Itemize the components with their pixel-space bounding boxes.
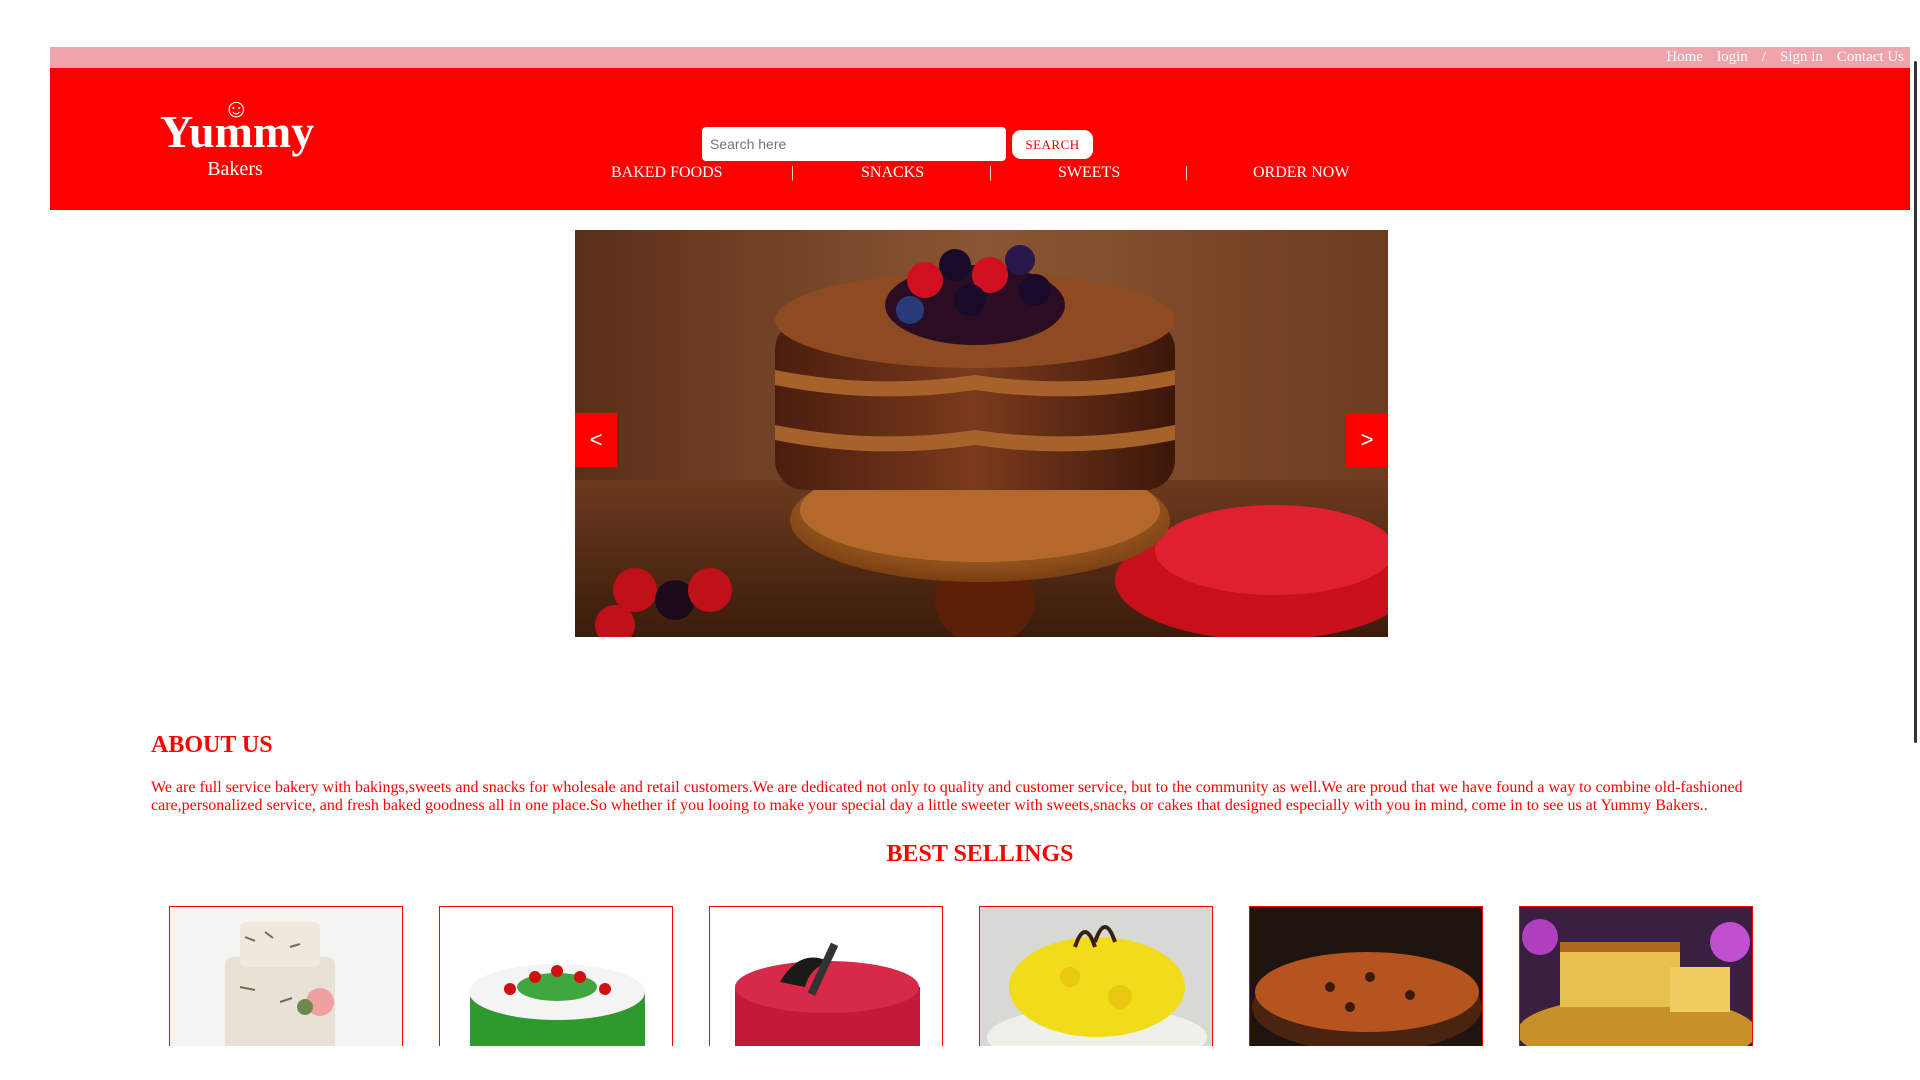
smiley-icon: ☺ [223, 94, 250, 123]
butter-sponge-cake-image [1520, 907, 1752, 1046]
hero-cake-image [575, 230, 1388, 637]
top-links: Home login / Sign in Contact Us [1652, 47, 1904, 68]
product-card[interactable] [1249, 906, 1483, 1046]
page-scrollbar[interactable] [1910, 47, 1920, 1037]
best-sellings-title-text: BEST SELLINGS [886, 841, 1074, 867]
sign-in-link[interactable]: Sign in [1780, 49, 1823, 66]
contact-us-link[interactable]: Contact Us [1837, 49, 1904, 66]
top-bar: Home login / Sign in Contact Us [50, 47, 1910, 68]
about-text: We are full service bakery with bakings,… [151, 779, 1743, 814]
plum-cake-image [1250, 907, 1482, 1046]
birch-wedding-cake-image [170, 907, 402, 1046]
nav-separator: | [989, 164, 993, 181]
product-card[interactable] [169, 906, 403, 1046]
home-link[interactable]: Home [1666, 49, 1703, 66]
best-sellings-title: BEST SELLINGS [0, 841, 1920, 868]
nav-separator: | [791, 164, 795, 181]
search-button[interactable]: SEARCH [1012, 130, 1093, 159]
product-card[interactable] [439, 906, 673, 1046]
slider-next-button[interactable]: > [1346, 413, 1388, 467]
black-forest-cake-image [440, 907, 672, 1046]
red-velvet-cake-image [710, 907, 942, 1046]
about-title: ABOUT US [151, 732, 273, 758]
header: ☺ Yummy Bakers SEARCH BAKED FOODS | SNAC… [50, 68, 1910, 210]
scrollbar-thumb[interactable] [1914, 61, 1917, 743]
nav-baked-foods[interactable]: BAKED FOODS [611, 164, 723, 182]
search-input[interactable] [702, 127, 1006, 161]
product-card[interactable] [709, 906, 943, 1046]
product-card[interactable] [979, 906, 1213, 1046]
login-link[interactable]: login [1717, 49, 1748, 66]
nav-separator: | [1185, 164, 1189, 181]
nav-snacks[interactable]: SNACKS [861, 164, 924, 182]
main-nav: BAKED FOODS | SNACKS | SWEETS | ORDER NO… [50, 164, 1910, 186]
slider-prev-button[interactable]: < [575, 413, 617, 467]
hero-slider: < > [575, 230, 1388, 637]
nav-sweets[interactable]: SWEETS [1058, 164, 1120, 182]
nav-order-now[interactable]: ORDER NOW [1253, 164, 1349, 182]
product-card[interactable] [1519, 906, 1753, 1046]
pineapple-cake-image [980, 907, 1212, 1046]
top-link-separator: / [1761, 49, 1766, 65]
